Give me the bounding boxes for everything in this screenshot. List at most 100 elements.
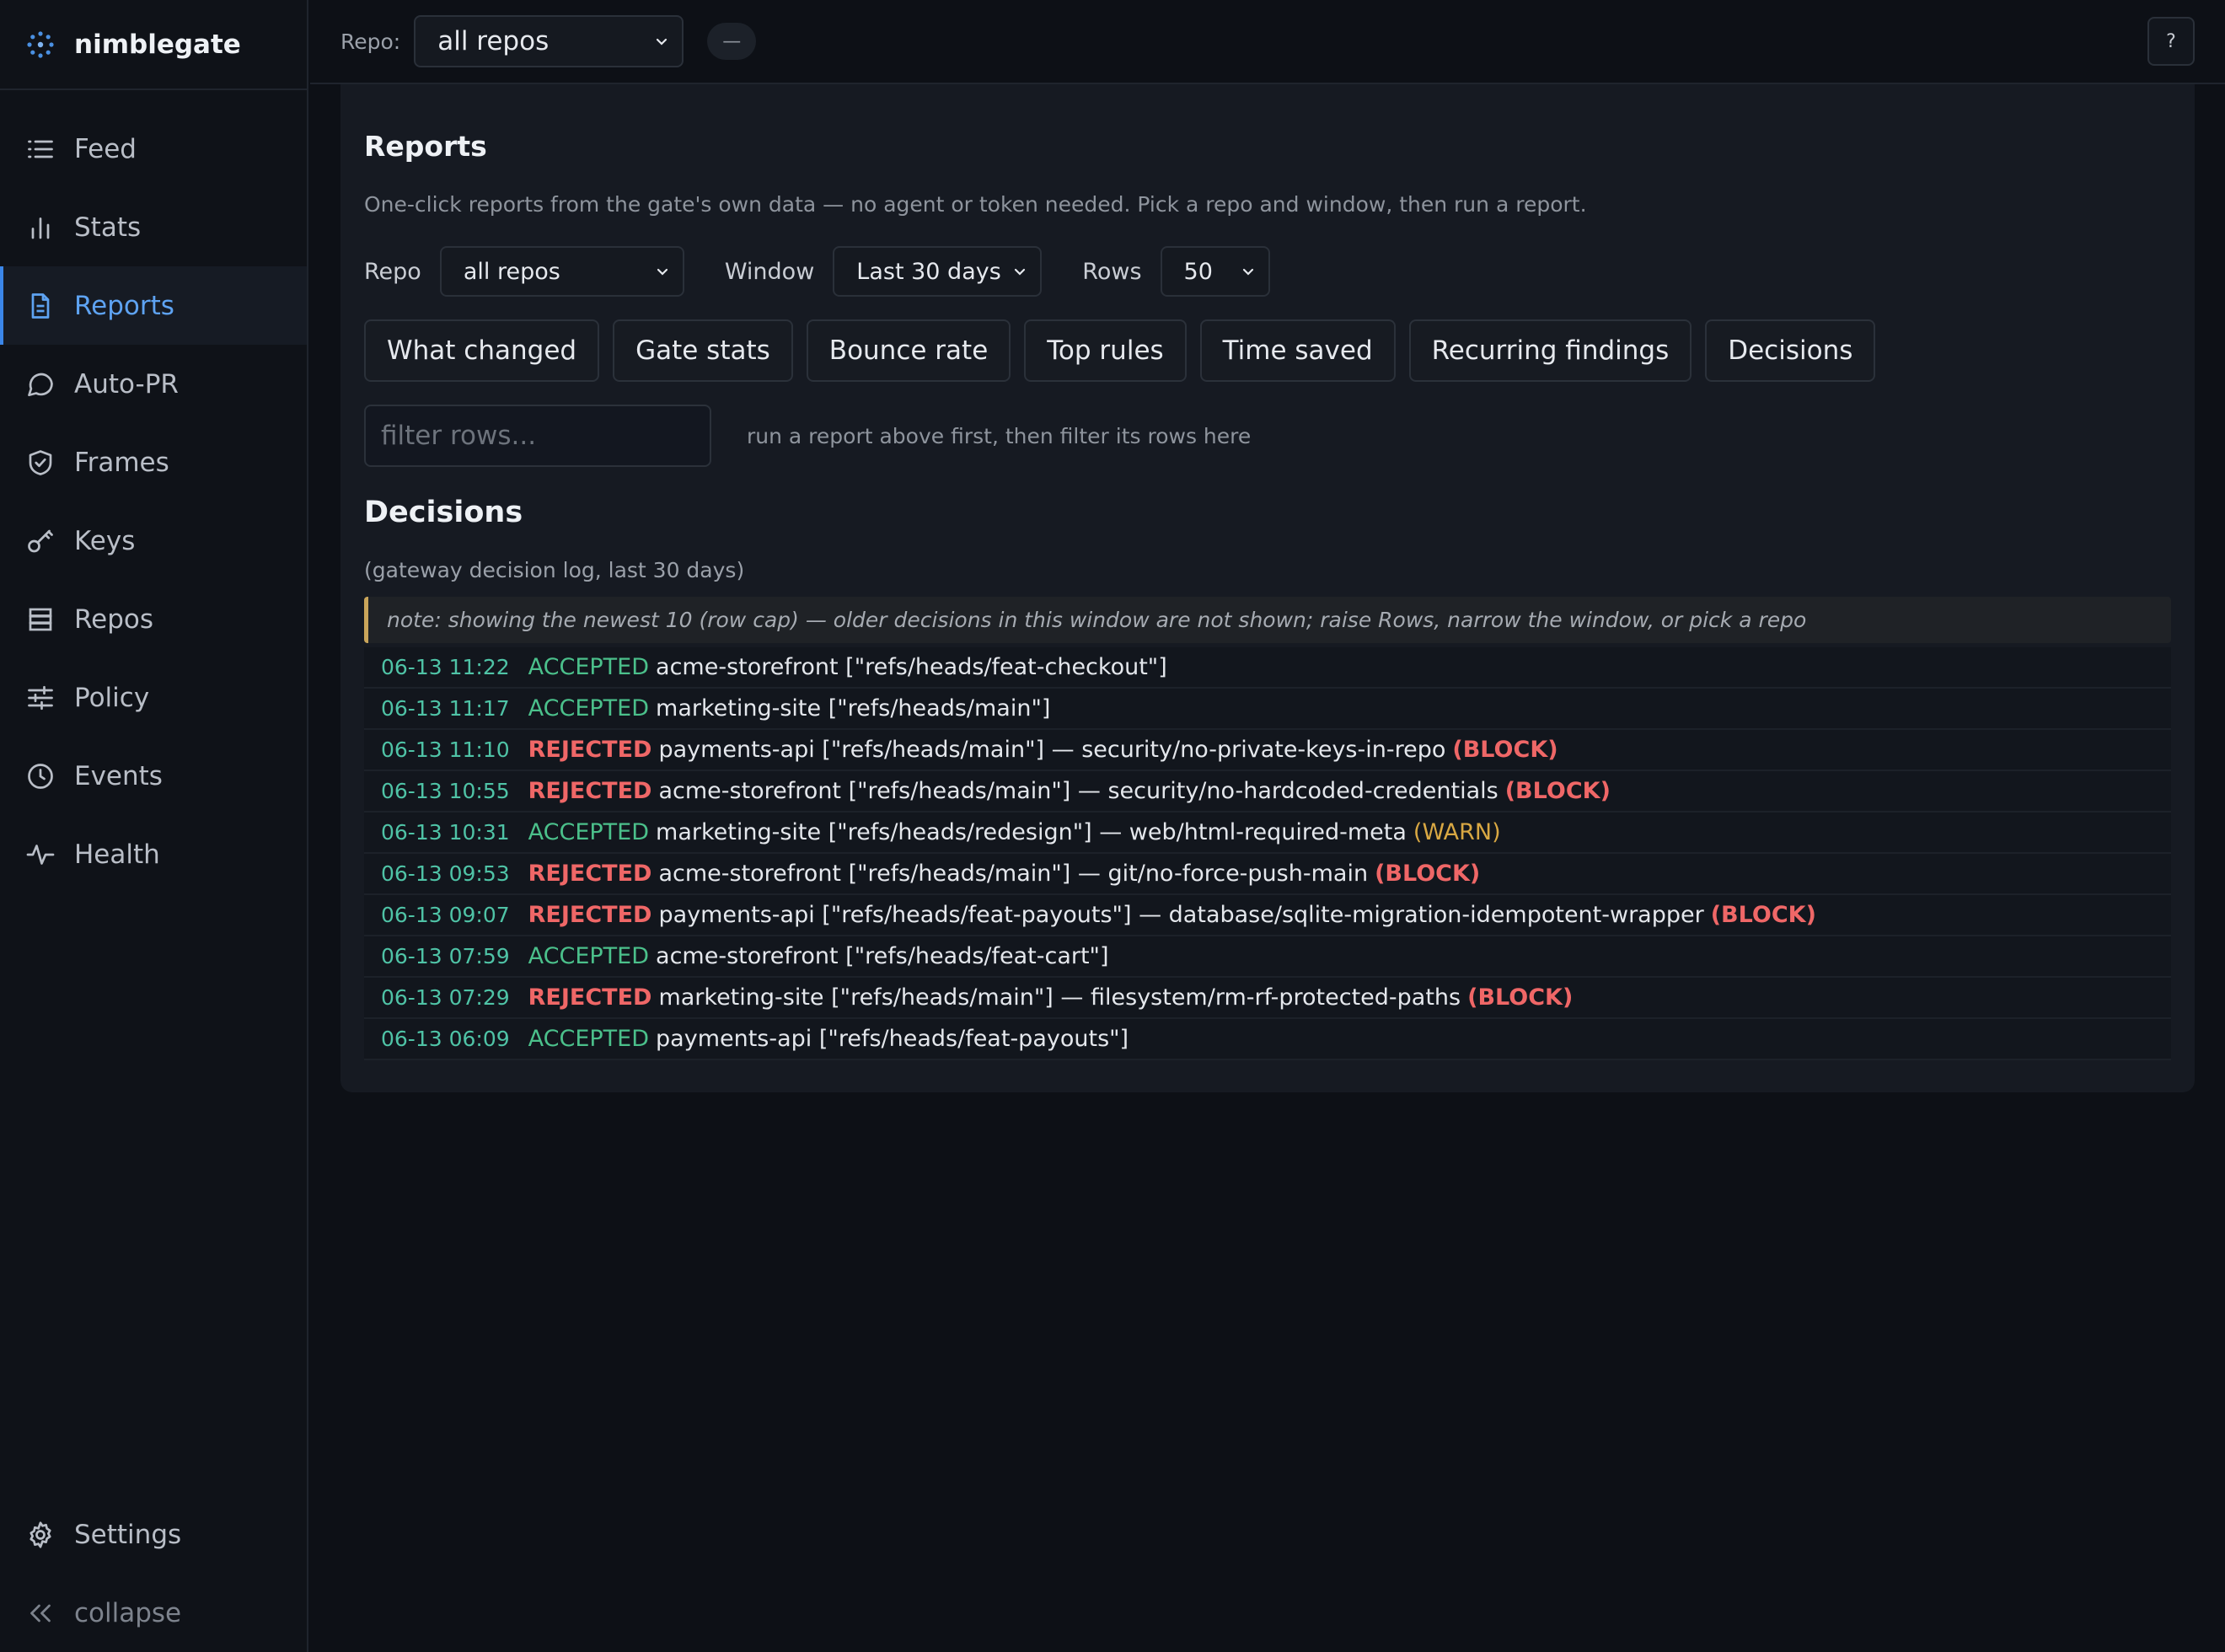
chevron-down-icon [657,268,668,276]
database-icon [29,608,52,630]
sidebar-item-health[interactable]: Health [0,815,307,893]
decision-log: 06-13 11:22 ACCEPTED acme-storefront ["ref… [364,647,2171,1060]
sidebar-item-label: Frames [74,447,169,478]
rows-select-value: 50 [1183,258,1213,285]
decision-row: 06-13 10:55 REJECTED acme-storefront ["ref… [364,771,2171,813]
filter-row: run a report above first, then filter it… [364,405,1251,467]
bar-chart-icon [31,217,50,239]
sidebar-item-label: Keys [74,525,136,556]
chat-bubble-icon [28,373,53,396]
gate-stats-button[interactable]: Gate stats [613,319,793,382]
key-icon [28,529,53,552]
decision-message: payments-api ["refs/heads/feat-payouts"]… [658,902,1704,928]
decision-time: 06-13 10:31 [381,820,510,845]
decision-severity: (WARN) [1413,819,1501,845]
decision-status: ACCEPTED [528,819,650,845]
decision-row: 06-13 09:53 REJECTED acme-storefront ["ref… [364,854,2171,895]
sidebar-item-label: Policy [74,682,150,713]
sidebar-item-keys[interactable]: Keys [0,502,307,580]
decision-message: payments-api ["refs/heads/main"] — secur… [658,737,1446,763]
decision-row: 06-13 07:59 ACCEPTED acme-storefront ["ref… [364,936,2171,978]
decision-message: acme-storefront ["refs/heads/feat-cart"] [656,943,1109,969]
decisions-subtitle: (gateway decision log, last 30 days) [364,558,745,582]
list-icon [28,140,53,158]
help-button[interactable]: ? [2147,17,2195,66]
decision-message: marketing-site ["refs/heads/redesign"] —… [656,819,1407,845]
gear-icon [29,1521,51,1548]
filter-rows-input[interactable] [364,405,711,467]
filter-hint: run a report above first, then filter it… [747,423,1252,448]
report-buttons: What changed Gate stats Bounce rate Top … [364,319,1889,382]
sidebar-item-frames[interactable]: Frames [0,423,307,502]
chevron-down-icon [1015,268,1026,276]
sidebar-item-feed[interactable]: Feed [0,110,307,188]
decision-time: 06-13 06:09 [381,1027,510,1051]
topbar: Repo: all repos — ? [310,0,2225,84]
decision-status: ACCEPTED [528,695,650,721]
sidebar-item-label: Reports [74,290,174,321]
report-repo-select[interactable]: all repos [439,246,684,297]
recurring-findings-button[interactable]: Recurring findings [1408,319,1692,382]
page-description: One-click reports from the gate's own da… [364,192,1587,217]
reports-panel: Reports One-click reports from the gate'… [340,84,2195,1092]
decision-row: 06-13 09:07 REJECTED payments-api ["refs/h… [364,895,2171,936]
sidebar-item-policy[interactable]: Policy [0,658,307,737]
decision-time: 06-13 09:53 [381,861,510,886]
sidebar-item-label: Health [74,839,160,870]
decision-status: REJECTED [528,902,652,928]
sidebar-item-auto-pr[interactable]: Auto-PR [0,345,307,423]
chevrons-left-icon [30,1604,51,1622]
status-pill[interactable]: — [707,23,757,60]
sidebar-footer: Settings collapse [0,1495,307,1652]
window-select-value: Last 30 days [856,258,1001,285]
sidebar-collapse-button[interactable]: collapse [0,1574,307,1652]
decision-severity: (BLOCK) [1375,861,1481,887]
decision-status: ACCEPTED [528,943,650,969]
sidebar-item-label: Repos [74,603,154,635]
chevron-down-icon [657,38,668,46]
decision-status: REJECTED [528,778,652,804]
decision-time: 06-13 11:17 [381,696,510,721]
window-select[interactable]: Last 30 days [833,246,1043,297]
top-rules-button[interactable]: Top rules [1024,319,1187,382]
chevron-down-icon [1242,268,1253,276]
decision-row: 06-13 11:17 ACCEPTED marketing-site ["refs… [364,689,2171,730]
sidebar-item-settings[interactable]: Settings [0,1495,307,1574]
decision-row: 06-13 11:22 ACCEPTED acme-storefront ["ref… [364,647,2171,689]
brand[interactable]: nimblegate [0,0,307,90]
time-saved-button[interactable]: Time saved [1199,319,1396,382]
decision-time: 06-13 07:59 [381,944,510,968]
sliders-icon [28,685,53,710]
sidebar: nimblegate Feed Stats Reports Auto-PR Fr… [0,0,308,1652]
rows-select[interactable]: 50 [1160,246,1270,297]
decisions-title: Decisions [364,496,523,529]
sidebar-nav: Feed Stats Reports Auto-PR Frames Keys R… [0,90,307,893]
sidebar-item-label: Stats [74,212,142,243]
decision-status: REJECTED [528,737,652,763]
decision-message: marketing-site ["refs/heads/main"] [656,695,1051,721]
decision-message: marketing-site ["refs/heads/main"] — fil… [658,984,1461,1011]
shield-check-icon [29,449,52,475]
decisions-button[interactable]: Decisions [1705,319,1876,382]
decision-message: acme-storefront ["refs/heads/main"] — se… [658,778,1499,804]
decision-time: 06-13 09:07 [381,903,510,927]
sidebar-item-label: collapse [74,1597,182,1628]
repo-select[interactable]: all repos [414,15,684,67]
clock-icon [28,763,53,789]
logo-icon [27,30,54,58]
what-changed-button[interactable]: What changed [364,319,600,382]
sidebar-item-label: Settings [74,1519,182,1550]
sidebar-item-stats[interactable]: Stats [0,188,307,266]
decision-row: 06-13 07:29 REJECTED marketing-site ["refs… [364,978,2171,1019]
document-icon [31,292,50,319]
report-controls: Repo all repos Window Last 30 days Rows … [364,246,1311,297]
decision-status: REJECTED [528,861,652,887]
sidebar-item-reports[interactable]: Reports [0,266,307,345]
decision-row: 06-13 10:31 ACCEPTED marketing-site ["refs… [364,813,2171,854]
decision-time: 06-13 11:10 [381,738,510,762]
sidebar-item-events[interactable]: Events [0,737,307,815]
decision-row: 06-13 11:10 REJECTED payments-api ["refs/h… [364,730,2171,771]
sidebar-item-repos[interactable]: Repos [0,580,307,658]
bounce-rate-button[interactable]: Bounce rate [806,319,1011,382]
sidebar-item-label: Events [74,760,163,791]
